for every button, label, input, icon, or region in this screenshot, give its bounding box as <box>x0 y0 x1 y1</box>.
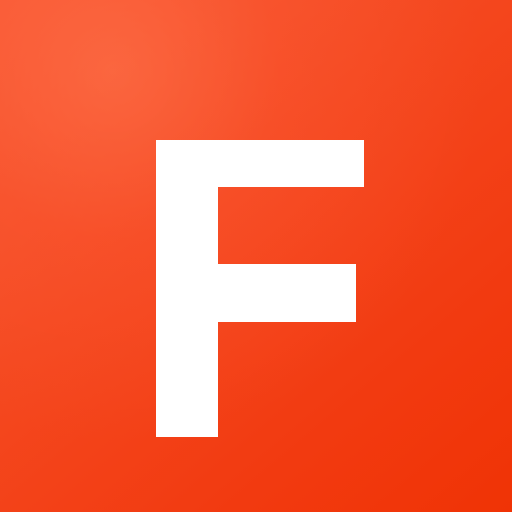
app-icon-tile <box>0 0 512 512</box>
letter-f-logo-icon <box>156 140 364 437</box>
